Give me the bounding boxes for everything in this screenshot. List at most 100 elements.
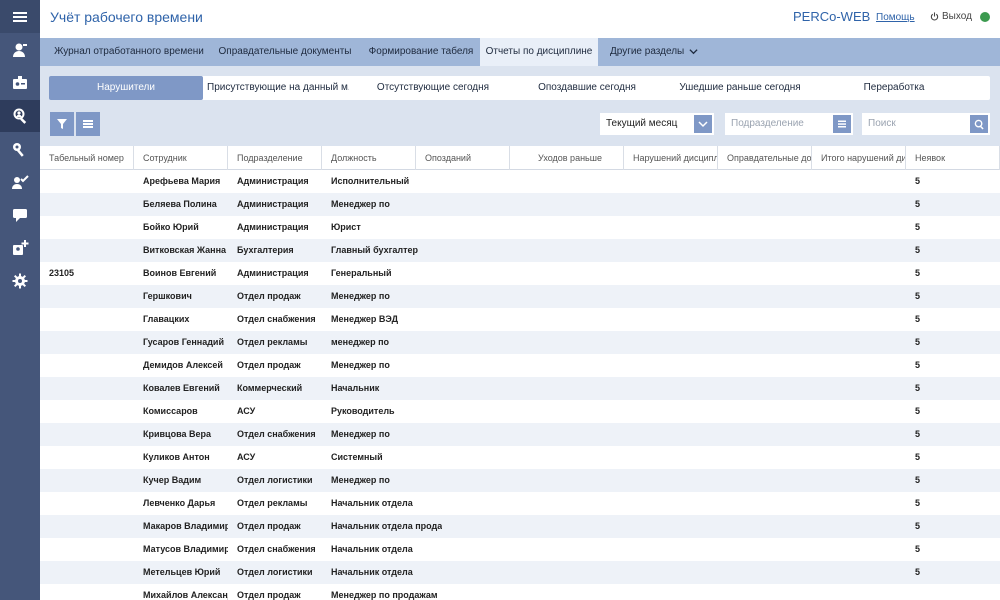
chevron-down-icon — [689, 49, 698, 55]
table-row[interactable]: Главацких Отдел снабжения Менеджер ВЭД 5 — [40, 308, 1000, 331]
cell-employee: Арефьева Мария — [143, 176, 221, 186]
search-input[interactable]: Поиск — [862, 113, 990, 135]
subtab-left-early-today[interactable]: Ушедшие раньше сегодня — [671, 76, 809, 100]
gear-icon — [12, 273, 28, 289]
table-row[interactable]: Куликов Антон АСУ Системный 5 — [40, 446, 1000, 469]
cell-department: Отдел снабжения — [237, 544, 316, 554]
column-header-position[interactable]: Должность — [322, 146, 416, 170]
sidebar-item-pass[interactable] — [0, 67, 40, 99]
cell-department: Отдел логистики — [237, 475, 313, 485]
menu-toggle-button[interactable] — [0, 0, 40, 33]
cell-department: АСУ — [237, 452, 256, 462]
table-row[interactable]: Витковская Жанна Бухгалтерия Главный бухга… — [40, 239, 1000, 262]
sidebar-item-events[interactable] — [0, 199, 40, 231]
cell-tab-number — [40, 423, 134, 446]
cell-absences — [906, 584, 1000, 600]
column-header-left-early[interactable]: Уходов раньше — [510, 146, 624, 170]
cell-employee: Беляева Полина — [143, 199, 217, 209]
cell-department: АСУ — [237, 406, 256, 416]
cell-absences: 5 — [915, 544, 921, 554]
cell-department: Коммерческий — [237, 383, 303, 393]
column-header-late[interactable]: Опозданий — [416, 146, 510, 170]
table-row[interactable]: Матусов Владимир Отдел снабжения Начальник… — [40, 538, 1000, 561]
cell-tab-number — [40, 216, 134, 239]
column-header-department[interactable]: Подразделение — [228, 146, 322, 170]
filter-button[interactable] — [50, 112, 74, 136]
column-header-absences[interactable]: Неявок — [906, 146, 1000, 170]
cell-department: Отдел рекламы — [237, 337, 308, 347]
sidebar-item-access[interactable] — [0, 133, 40, 165]
table-row[interactable]: 23105 Воинов Евгений Администрация Генераль… — [40, 262, 1000, 285]
cell-employee: Макаров Владимир — [143, 521, 228, 531]
power-icon — [930, 12, 939, 21]
table-row[interactable]: Комиссаров АСУ Руководитель 5 — [40, 400, 1000, 423]
cell-employee: Комиссаров — [143, 406, 198, 416]
cell-position: Начальник отдела — [331, 567, 413, 577]
table-row[interactable]: Метельцев Юрий Отдел логистики Начальник о… — [40, 561, 1000, 584]
columns-button[interactable] — [76, 112, 100, 136]
sidebar-item-visitors[interactable] — [0, 232, 40, 264]
department-list-button[interactable] — [833, 115, 851, 133]
logout-button[interactable]: Выход — [930, 11, 972, 22]
table-row[interactable]: Макаров Владимир Отдел продаж Начальник от… — [40, 515, 1000, 538]
tab-timesheet[interactable]: Формирование табеля — [362, 38, 480, 66]
column-header-total-violations[interactable]: Итого нарушений дисциплины — [812, 146, 906, 170]
table-row[interactable]: Беляева Полина Администрация Менеджер по 5 — [40, 193, 1000, 216]
cell-absences: 5 — [915, 498, 921, 508]
period-dropdown-button[interactable] — [694, 115, 712, 133]
tab-justification-documents[interactable]: Оправдательные документы — [212, 38, 358, 66]
tab-worked-time-journal[interactable]: Журнал отработанного времени — [50, 38, 208, 66]
tab-other-sections[interactable]: Другие разделы — [604, 38, 704, 66]
cell-department: Администрация — [237, 268, 309, 278]
cell-employee: Главацких — [143, 314, 190, 324]
cell-absences: 5 — [915, 452, 921, 462]
report-subtabs: Нарушители Присутствующие на данный м...… — [49, 76, 990, 100]
table-row[interactable]: Арефьева Мария Администрация Исполнительны… — [40, 170, 1000, 193]
cell-position: Начальник отдела — [331, 498, 413, 508]
search-button[interactable] — [970, 115, 988, 133]
column-header-justification-docs[interactable]: Оправдательные документы — [718, 146, 812, 170]
cell-position: Менеджер по — [331, 475, 390, 485]
table-row[interactable]: Кривцова Вера Отдел снабжения Менеджер по 5 — [40, 423, 1000, 446]
cell-tab-number: 23105 — [49, 268, 75, 278]
table-row[interactable]: Гершкович Отдел продаж Менеджер по 5 — [40, 285, 1000, 308]
cell-employee: Куликов Антон — [143, 452, 210, 462]
cell-department: Отдел продаж — [237, 590, 301, 600]
violators-table: Табельный номер Сотрудник Подразделение Дол… — [40, 146, 1000, 600]
subtab-present-now[interactable]: Присутствующие на данный м... — [207, 76, 349, 100]
work-area: Нарушители Присутствующие на данный м...… — [40, 66, 1000, 146]
cell-position: менеджер по — [331, 337, 390, 347]
department-filter-input[interactable]: Подразделение — [725, 113, 853, 135]
cell-employee: Гусаров Геннадий — [143, 337, 224, 347]
cell-department: Отдел снабжения — [237, 429, 316, 439]
table-row[interactable]: Гусаров Геннадий Отдел рекламы менеджер по… — [40, 331, 1000, 354]
period-select-value: Текущий месяц — [606, 118, 678, 129]
column-header-employee[interactable]: Сотрудник — [134, 146, 228, 170]
column-header-tab-number[interactable]: Табельный номер — [40, 146, 134, 170]
table-row[interactable]: Ковалев Евгений Коммерческий Начальник 5 — [40, 377, 1000, 400]
cell-employee: Левченко Дарья — [143, 498, 216, 508]
table-row[interactable]: Левченко Дарья Отдел рекламы Начальник отд… — [40, 492, 1000, 515]
subtab-violators[interactable]: Нарушители — [49, 76, 203, 100]
period-select[interactable]: Текущий месяц — [600, 113, 714, 135]
cell-department: Отдел продаж — [237, 291, 301, 301]
subtab-overtime[interactable]: Переработка — [849, 76, 939, 100]
cell-position: Менеджер по — [331, 429, 390, 439]
cell-position: Начальник отдела — [331, 544, 413, 554]
help-link[interactable]: Помощь — [876, 12, 915, 23]
table-row[interactable]: Кучер Вадим Отдел логистики Менеджер по 5 — [40, 469, 1000, 492]
cell-tab-number — [40, 239, 134, 262]
sidebar-item-time-tracking[interactable] — [0, 100, 40, 132]
column-header-violations[interactable]: Нарушений дисциплины — [624, 146, 718, 170]
tab-discipline-reports[interactable]: Отчеты по дисциплине — [480, 38, 598, 66]
cell-employee: Кривцова Вера — [143, 429, 212, 439]
sidebar-item-settings[interactable] — [0, 265, 40, 297]
table-row[interactable]: Демидов Алексей Отдел продаж Менеджер по 5 — [40, 354, 1000, 377]
table-row[interactable]: Михайлов Александр Отдел продаж Менеджер п… — [40, 584, 1000, 600]
table-row[interactable]: Бойко Юрий Администрация Юрист 5 — [40, 216, 1000, 239]
badge-icon — [13, 76, 27, 89]
sidebar-item-verification[interactable] — [0, 166, 40, 198]
sidebar-item-personnel[interactable] — [0, 34, 40, 66]
subtab-absent-today[interactable]: Отсутствующие сегодня — [363, 76, 503, 100]
subtab-late-today[interactable]: Опоздавшие сегодня — [527, 76, 647, 100]
